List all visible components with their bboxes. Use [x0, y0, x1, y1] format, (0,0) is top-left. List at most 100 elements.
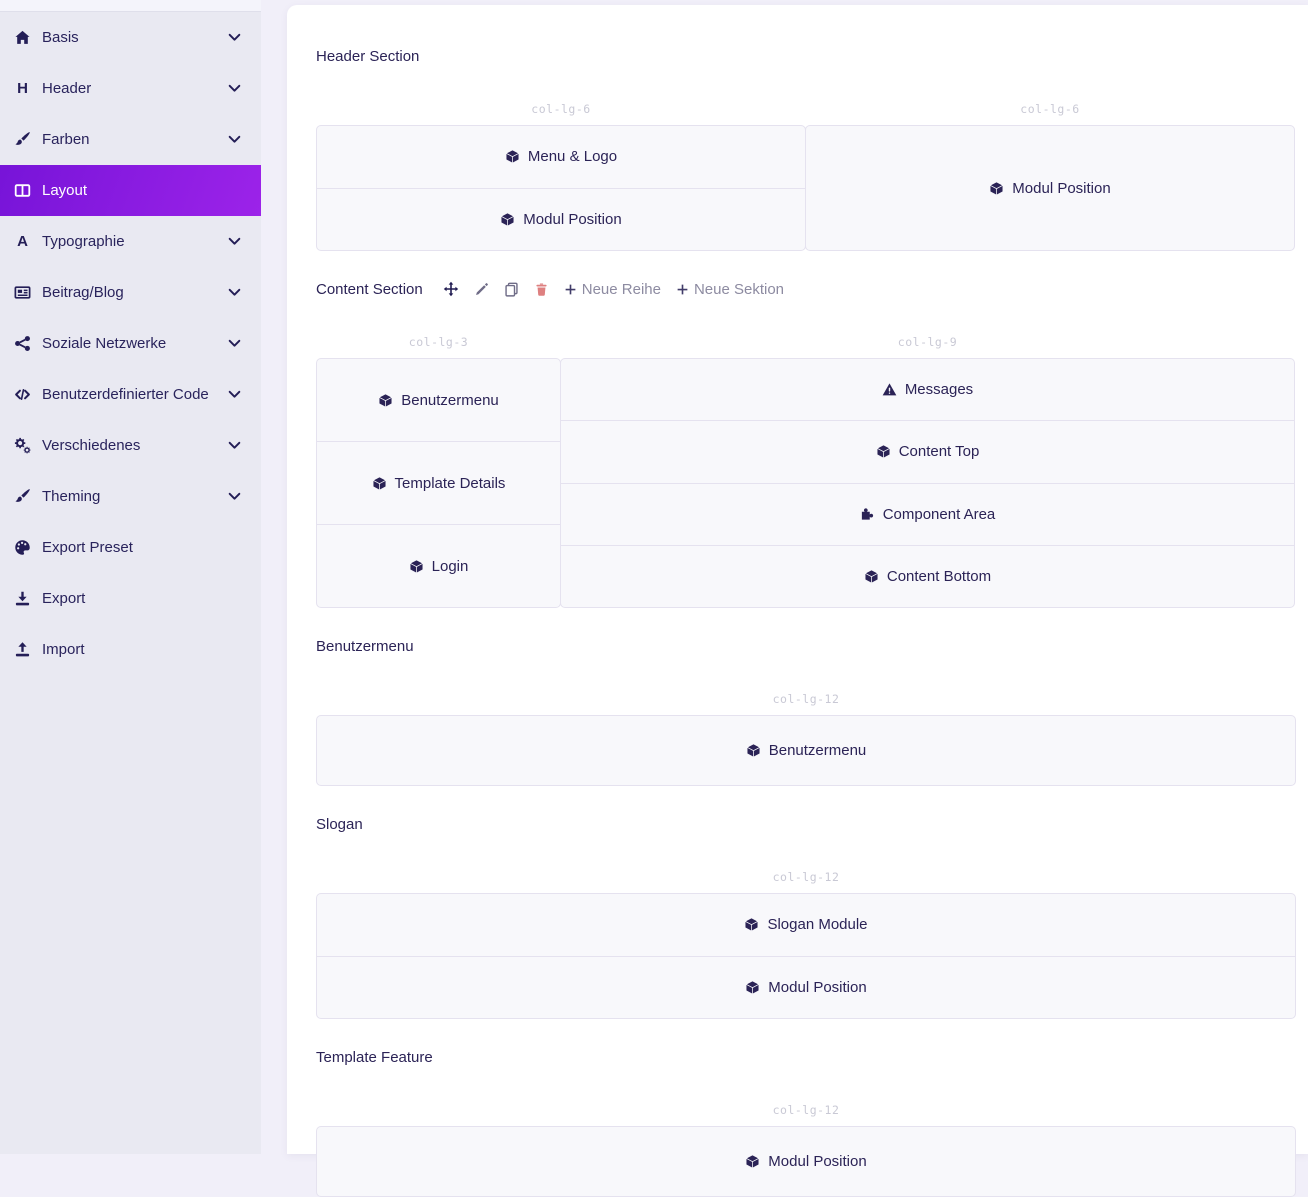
cube-icon: [505, 149, 520, 164]
delete-trash-icon[interactable]: [534, 282, 549, 297]
section-toolbar: Neue Reihe Neue Sektion: [443, 281, 784, 298]
cube-icon: [989, 181, 1004, 196]
sidebar-item-label: Beitrag/Blog: [42, 284, 228, 301]
chevron-down-icon: [228, 237, 241, 246]
warning-icon: [882, 382, 897, 397]
module-component-area[interactable]: Component Area: [561, 483, 1294, 545]
module-messages[interactable]: Messages: [561, 359, 1294, 420]
sidebar-item-label: Theming: [42, 488, 228, 505]
chevron-down-icon: [228, 441, 241, 450]
duplicate-copy-icon[interactable]: [504, 282, 519, 297]
module-menu-logo[interactable]: Menu & Logo: [317, 126, 805, 188]
module-label: Modul Position: [768, 1153, 866, 1170]
module-label: Modul Position: [1012, 180, 1110, 197]
sidebar-item-label: Benutzerdefinierter Code: [42, 386, 228, 403]
new-row-button[interactable]: Neue Reihe: [564, 281, 661, 298]
sidebar-item-label: Import: [42, 641, 241, 658]
sidebar-item-layout[interactable]: Layout: [0, 165, 261, 216]
column-size-label: col-lg-12: [316, 692, 1296, 706]
cube-icon: [500, 212, 515, 227]
builder-section-slogan: Slogan col-lg-12 Slogan Module Modul Pos…: [316, 813, 1296, 1019]
sidebar-item-export-preset[interactable]: Export Preset: [0, 522, 261, 573]
sidebar-item-theming[interactable]: Theming: [0, 471, 261, 522]
h-letter-icon: H: [14, 80, 31, 97]
download-icon: [14, 590, 31, 607]
section-title: Header Section: [316, 48, 419, 65]
builder-section-content: Content Section Neue Reihe Neue Sektion …: [316, 278, 1296, 608]
builder-section-template-feature: Template Feature col-lg-12 Modul Positio…: [316, 1046, 1296, 1197]
module-benutzermenu[interactable]: Benutzermenu: [317, 716, 1295, 785]
module-label: Modul Position: [768, 979, 866, 996]
module-label: Slogan Module: [767, 916, 867, 933]
module-label: Benutzermenu: [401, 392, 499, 409]
module-modul-position[interactable]: Modul Position: [317, 1127, 1295, 1196]
module-label: Content Bottom: [887, 568, 991, 585]
module-content-bottom[interactable]: Content Bottom: [561, 545, 1294, 607]
sidebar-item-import[interactable]: Import: [0, 624, 261, 675]
home-icon: [14, 29, 31, 46]
new-section-button[interactable]: Neue Sektion: [676, 281, 784, 298]
section-title: Benutzermenu: [316, 638, 414, 655]
layout-builder-panel: Header Section col-lg-6 Menu & Logo Modu…: [287, 5, 1308, 1154]
module-modul-position[interactable]: Modul Position: [806, 126, 1294, 250]
column-size-label: col-lg-9: [560, 335, 1295, 349]
sidebar-item-label: Verschiedenes: [42, 437, 228, 454]
module-content-top[interactable]: Content Top: [561, 420, 1294, 482]
sidebar-top-strip: [0, 0, 261, 12]
sidebar-item-basis[interactable]: Basis: [0, 12, 261, 63]
module-modul-position[interactable]: Modul Position: [317, 956, 1295, 1019]
sidebar-item-verschiedenes[interactable]: Verschiedenes: [0, 420, 261, 471]
module-modul-position[interactable]: Modul Position: [317, 188, 805, 251]
module-label: Component Area: [883, 506, 996, 523]
cube-icon: [745, 1154, 760, 1169]
sidebar-item-soziale-netzwerke[interactable]: Soziale Netzwerke: [0, 318, 261, 369]
section-title: Slogan: [316, 816, 363, 833]
cube-icon: [744, 917, 759, 932]
cube-icon: [409, 559, 424, 574]
sidebar-item-typographie[interactable]: A Typographie: [0, 216, 261, 267]
module-slogan-module[interactable]: Slogan Module: [317, 894, 1295, 956]
settings-sidebar: Basis H Header Farben Layout A Typograph…: [0, 0, 261, 1154]
module-benutzermenu[interactable]: Benutzermenu: [317, 359, 560, 441]
cube-icon: [746, 743, 761, 758]
cube-icon: [372, 476, 387, 491]
a-letter-icon: A: [14, 233, 31, 250]
module-label: Template Details: [395, 475, 506, 492]
sidebar-item-header[interactable]: H Header: [0, 63, 261, 114]
column-size-label: col-lg-3: [316, 335, 561, 349]
module-template-details[interactable]: Template Details: [317, 441, 560, 524]
sidebar-item-export[interactable]: Export: [0, 573, 261, 624]
gears-icon: [14, 437, 31, 454]
builder-section-header: Header Section col-lg-6 Menu & Logo Modu…: [316, 45, 1296, 251]
new-row-label: Neue Reihe: [582, 281, 661, 298]
module-label: Modul Position: [523, 211, 621, 228]
sidebar-item-beitrag-blog[interactable]: Beitrag/Blog: [0, 267, 261, 318]
chevron-down-icon: [228, 288, 241, 297]
module-label: Login: [432, 558, 469, 575]
column-size-label: col-lg-12: [316, 870, 1296, 884]
layout-columns-icon: [14, 182, 31, 199]
cube-icon: [745, 980, 760, 995]
module-login[interactable]: Login: [317, 524, 560, 607]
sidebar-item-label: Typographie: [42, 233, 228, 250]
plus-icon: [676, 283, 689, 296]
cube-icon: [378, 393, 393, 408]
move-handle-icon[interactable]: [443, 281, 459, 297]
chevron-down-icon: [228, 390, 241, 399]
blog-card-icon: [14, 284, 31, 301]
section-title: Template Feature: [316, 1049, 433, 1066]
new-section-label: Neue Sektion: [694, 281, 784, 298]
module-label: Messages: [905, 381, 973, 398]
sidebar-item-label: Soziale Netzwerke: [42, 335, 228, 352]
sidebar-item-label: Export Preset: [42, 539, 241, 556]
module-label: Benutzermenu: [769, 742, 867, 759]
builder-column: col-lg-6 Modul Position: [805, 67, 1295, 251]
cube-icon: [864, 569, 879, 584]
column-size-label: col-lg-12: [316, 1103, 1296, 1117]
sidebar-item-farben[interactable]: Farben: [0, 114, 261, 165]
edit-pencil-icon[interactable]: [474, 282, 489, 297]
sidebar-item-benutzerdefinierter-code[interactable]: Benutzerdefinierter Code: [0, 369, 261, 420]
chevron-down-icon: [228, 135, 241, 144]
column-size-label: col-lg-6: [316, 102, 806, 116]
builder-column: col-lg-6 Menu & Logo Modul Position: [316, 67, 806, 251]
